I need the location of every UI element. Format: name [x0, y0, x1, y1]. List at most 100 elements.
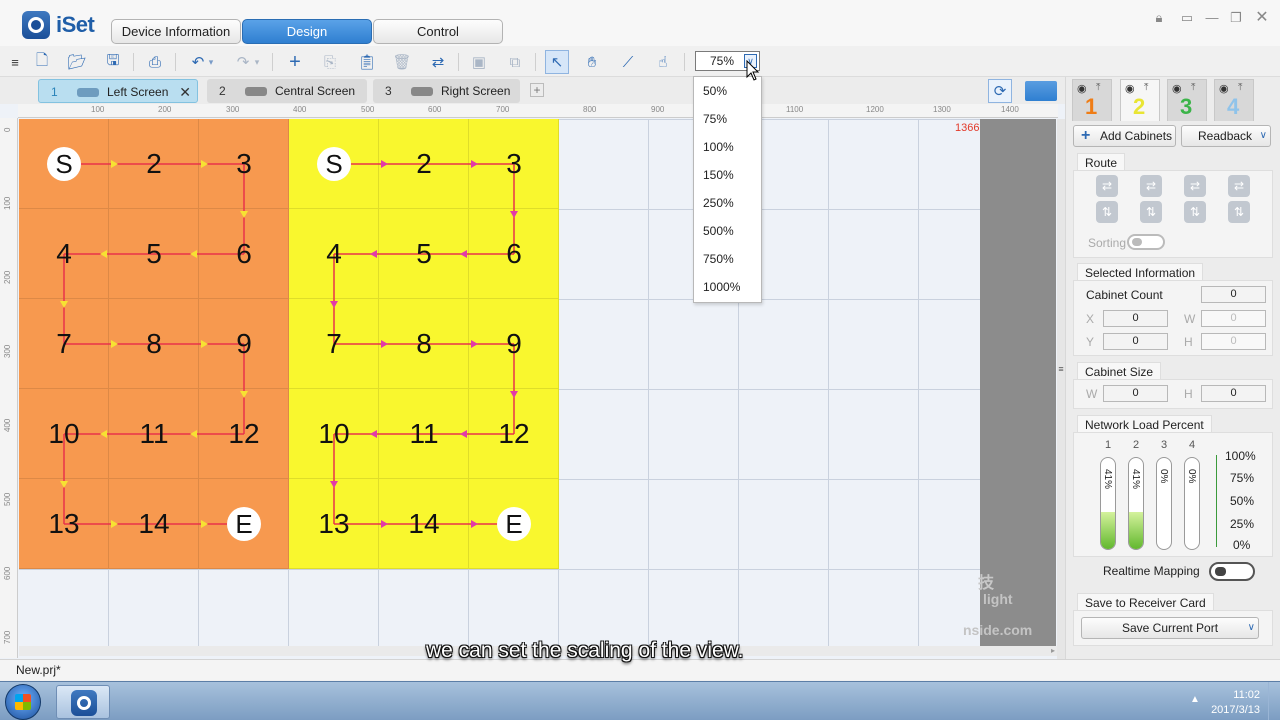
- new-file-icon[interactable]: 🗋: [30, 50, 54, 74]
- readback-button[interactable]: Readback ∨: [1181, 125, 1271, 147]
- save-icon[interactable]: 🖫: [101, 50, 125, 74]
- ruler-tick: 400: [3, 418, 12, 432]
- zoom-option-75[interactable]: 75%: [694, 105, 761, 133]
- paste-icon[interactable]: 📋︎: [355, 50, 379, 74]
- route-pattern-icon[interactable]: ⇄: [1140, 175, 1162, 197]
- maximize-button[interactable]: ❐: [1224, 9, 1248, 27]
- y-input[interactable]: 0: [1103, 333, 1168, 350]
- close-button[interactable]: ✕: [1250, 9, 1274, 27]
- x-label: X: [1086, 312, 1095, 326]
- clock-date: 2017/3/13: [1211, 704, 1260, 716]
- cabinet-number: 10: [318, 418, 350, 449]
- ruler-tick: 500: [3, 492, 12, 506]
- sending-card-icon: [77, 88, 99, 97]
- sending-port-tab-2[interactable]: ◉ ⤒ 2: [1120, 79, 1160, 121]
- zoom-option-100[interactable]: 100%: [694, 133, 761, 161]
- copy-icon[interactable]: ⎘: [318, 50, 342, 74]
- video-caption: we can set the scaling of the view.: [426, 639, 744, 662]
- touch-icon[interactable]: ☝︎: [651, 50, 675, 74]
- start-button[interactable]: [5, 684, 41, 720]
- port-percent: 0%: [1186, 469, 1197, 484]
- menu-icon[interactable]: ≡: [3, 50, 27, 74]
- screen-tab-left[interactable]: 1 Left Screen ✕: [38, 79, 198, 103]
- undo-dropdown-icon[interactable]: ▾: [204, 50, 218, 74]
- app-logo: iSet: [22, 11, 95, 39]
- pin-icon[interactable]: ⤒: [1191, 82, 1195, 93]
- chevron-down-icon[interactable]: ∨: [1248, 618, 1255, 638]
- pin-icon[interactable]: ⤒: [1096, 82, 1100, 93]
- cabinet-w-input[interactable]: 0: [1103, 385, 1168, 402]
- sending-port-tab-3[interactable]: ◉ ⤒ 3: [1167, 79, 1207, 121]
- minimize-button[interactable]: —: [1200, 9, 1224, 27]
- save-current-port-button[interactable]: Save Current Port ∨: [1081, 617, 1259, 639]
- route-pattern-icon[interactable]: ⇅: [1096, 201, 1118, 223]
- redo-dropdown-icon[interactable]: ▾: [250, 50, 264, 74]
- cabinet-count-value: 0: [1201, 286, 1266, 303]
- route-pattern-icon[interactable]: ⇅: [1184, 201, 1206, 223]
- ruler-tick: 600: [428, 105, 442, 114]
- central-screen-area[interactable]: S 2 3 6 5 4 7 8 9 12 11 10 13 14 E: [289, 119, 559, 569]
- refresh-icon[interactable]: ⟳: [988, 79, 1012, 103]
- zoom-option-750[interactable]: 750%: [694, 245, 761, 273]
- select-pointer-icon[interactable]: ↖: [545, 50, 569, 74]
- add-cabinets-button[interactable]: + Add Cabinets: [1073, 125, 1176, 147]
- monitor-icon[interactable]: ▭: [1175, 9, 1199, 27]
- sending-card-icon: [245, 87, 267, 96]
- w-input[interactable]: 0: [1201, 310, 1266, 327]
- zoom-option-500[interactable]: 500%: [694, 217, 761, 245]
- watermark: light: [983, 591, 1013, 607]
- show-desktop-button[interactable]: [1268, 682, 1280, 720]
- print-icon[interactable]: ⎙: [143, 50, 167, 74]
- ruler-tick: 100: [3, 196, 12, 210]
- swap-icon[interactable]: ⇄: [426, 50, 450, 74]
- scale-label: 25%: [1230, 517, 1255, 531]
- add-icon[interactable]: +: [283, 50, 307, 74]
- add-cabinets-label: Add Cabinets: [1100, 129, 1173, 143]
- zoom-option-250[interactable]: 250%: [694, 189, 761, 217]
- screen-tab-right[interactable]: 3 Right Screen: [373, 79, 520, 103]
- open-folder-icon[interactable]: 📂︎: [65, 50, 89, 74]
- x-input[interactable]: 0: [1103, 310, 1168, 327]
- mouse-cursor-icon: [746, 60, 760, 81]
- tray-expand-icon[interactable]: ▲: [1190, 694, 1200, 705]
- screen-tab-central[interactable]: 2 Central Screen: [207, 79, 367, 103]
- route-pattern-icon[interactable]: ⇄: [1096, 175, 1118, 197]
- cabinet-h-input[interactable]: 0: [1201, 385, 1266, 402]
- pin-icon[interactable]: ⤒: [1238, 82, 1242, 93]
- chevron-down-icon[interactable]: ∨: [1260, 126, 1267, 146]
- zoom-option-150[interactable]: 150%: [694, 161, 761, 189]
- route-pattern-icon[interactable]: ⇅: [1140, 201, 1162, 223]
- pan-hand-icon[interactable]: ✋︎: [580, 50, 604, 74]
- zoom-value: 75%: [710, 54, 735, 68]
- route-end-badge: E: [497, 507, 531, 541]
- zoom-option-1000[interactable]: 1000%: [694, 273, 761, 301]
- screen-tab-label: Right Screen: [441, 84, 511, 98]
- pin-icon[interactable]: ⤒: [1144, 82, 1148, 93]
- tab-control[interactable]: Control: [373, 19, 503, 44]
- cabinet-number: 4: [326, 238, 342, 269]
- sending-port-tab-4[interactable]: ◉ ⤒ 4: [1214, 79, 1254, 121]
- left-screen-area[interactable]: S 2 3 6 5 4 7 8 9 12 11 10 13 14 E: [19, 119, 289, 569]
- add-screen-button[interactable]: +: [530, 83, 544, 97]
- sorting-toggle[interactable]: [1127, 234, 1165, 250]
- vertical-scrollbar[interactable]: ≡: [1057, 119, 1065, 659]
- delete-icon[interactable]: 🗑︎: [390, 50, 414, 74]
- h-input[interactable]: 0: [1201, 333, 1266, 350]
- route-line-icon[interactable]: ⟋: [616, 50, 640, 74]
- lock-icon[interactable]: 🔒︎: [1147, 9, 1171, 27]
- tab-design[interactable]: Design: [242, 19, 372, 44]
- port-number: 2: [1133, 94, 1146, 119]
- design-canvas[interactable]: 100 200 300 400 500 600 700 800 900 1000…: [0, 104, 1065, 659]
- cabinet-number: 6: [506, 238, 522, 269]
- route-pattern-icon[interactable]: ⇅: [1228, 201, 1250, 223]
- tab-device-information[interactable]: Device Information: [111, 19, 241, 44]
- route-pattern-icon[interactable]: ⇄: [1184, 175, 1206, 197]
- close-icon[interactable]: ✕: [179, 80, 191, 104]
- route-pattern-icon[interactable]: ⇄: [1228, 175, 1250, 197]
- realtime-mapping-toggle[interactable]: [1209, 562, 1255, 581]
- group-icon[interactable]: ▣: [467, 50, 491, 74]
- sending-port-tab-1[interactable]: ◉ ⤒ 1: [1072, 79, 1112, 121]
- ungroup-icon[interactable]: ⧉: [503, 50, 527, 74]
- taskbar-iset-app[interactable]: [56, 685, 110, 719]
- display-settings-icon[interactable]: [1025, 81, 1057, 101]
